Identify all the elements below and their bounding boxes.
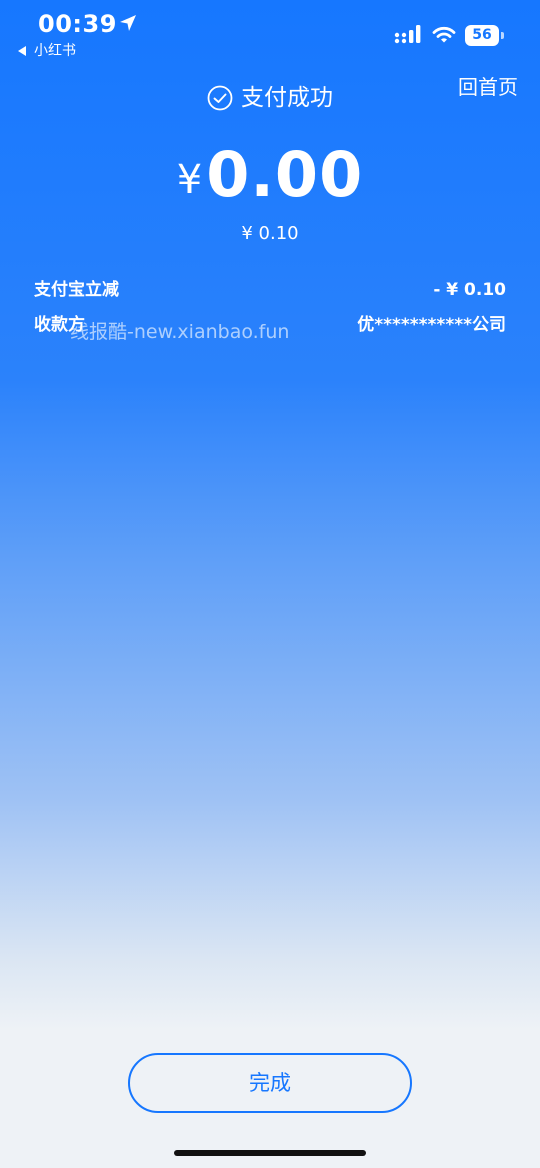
- status-time: 00:39: [38, 10, 117, 38]
- battery-cap: [501, 32, 504, 39]
- back-to-app-button[interactable]: 小红书: [18, 42, 76, 60]
- location-arrow-icon: [120, 15, 136, 31]
- done-button[interactable]: 完成: [128, 1053, 412, 1113]
- watermark-text: 线报酷-new.xianbao.fun: [70, 321, 290, 343]
- battery-level: 56: [465, 25, 499, 46]
- status-bar: 00:39 小红书 56: [0, 0, 540, 66]
- currency-symbol: ¥: [176, 157, 203, 203]
- paid-amount: 0.00: [206, 138, 364, 211]
- wifi-icon: [432, 26, 456, 43]
- amount-row: ¥ 0.00: [0, 138, 540, 212]
- back-triangle-icon: [18, 46, 26, 56]
- detail-value: - ¥ 0.10: [433, 280, 506, 300]
- original-amount: ¥ 0.10: [241, 223, 299, 244]
- detail-label: 支付宝立减: [34, 280, 119, 300]
- title-row: 支付成功: [0, 82, 540, 114]
- home-indicator[interactable]: [174, 1150, 366, 1156]
- detail-value: 优***********公司: [357, 315, 506, 335]
- payment-success-screen: 00:39 小红书 56 回首页 支付成功 ¥ 0.00 ¥ 0.10 支付宝立…: [0, 0, 540, 1168]
- back-app-label: 小红书: [34, 43, 76, 59]
- page-title: 支付成功: [241, 85, 333, 111]
- check-circle-icon: [207, 85, 233, 111]
- battery-icon: 56: [465, 25, 505, 46]
- cellular-signal-icon: [394, 25, 421, 44]
- detail-row-discount: 支付宝立减 - ¥ 0.10: [34, 278, 506, 302]
